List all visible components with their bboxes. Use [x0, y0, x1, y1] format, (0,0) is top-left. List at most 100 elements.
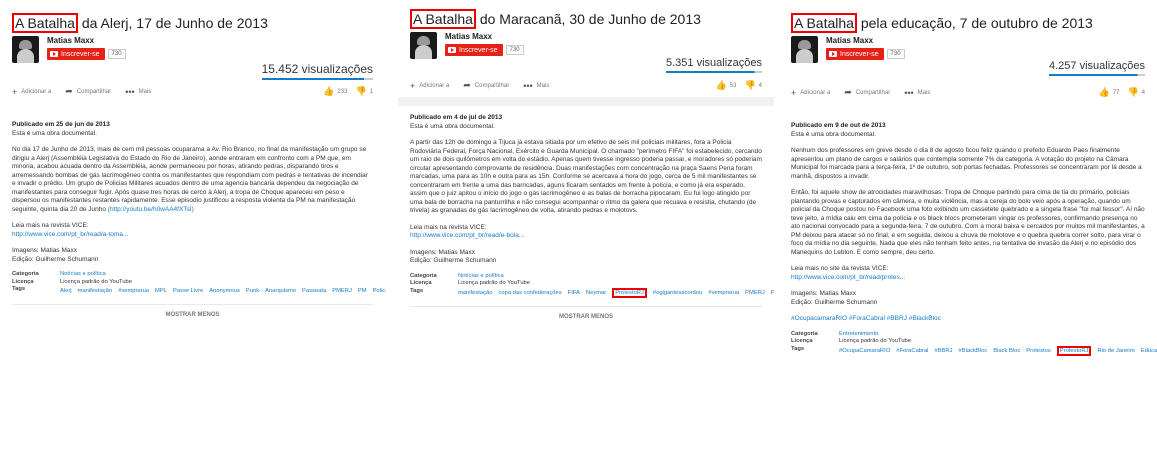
metadata-grid: Categoria Notícias e política Licença Licen…	[410, 272, 774, 298]
like-ratio-bar	[665, 71, 762, 73]
category-link[interactable]: Entretenimento	[839, 331, 1157, 339]
video-panel: A Batalha pela educação, 7 de outubro de…	[779, 0, 1157, 471]
add-to-button[interactable]: + Adicionar a	[410, 81, 449, 91]
subscribe-button[interactable]: Inscrever-se	[47, 48, 105, 60]
youtube-link[interactable]: (http://youtu.be/h0wAA4fXTsI)	[108, 206, 194, 213]
thumbs-down-icon[interactable]: 👎	[355, 86, 366, 97]
tag-link[interactable]: Punk	[246, 288, 259, 294]
tag-link[interactable]: PMERJ	[332, 288, 352, 294]
tag-link[interactable]: manifestação	[458, 290, 492, 296]
like-count: 233	[337, 88, 348, 95]
more-button[interactable]: ••• Mais	[125, 87, 151, 97]
add-to-button[interactable]: + Adicionar a	[12, 87, 51, 97]
tag-link[interactable]: #BBRJ	[934, 348, 952, 354]
video-panel: A Batalha do Maracanã, 30 de Junho de 20…	[398, 0, 774, 450]
channel-row: Matias Maxx Inscrever-se 730	[410, 32, 764, 59]
credit-line: Edição: Guilherme Schumann	[791, 298, 878, 306]
share-button[interactable]: ➦ Compartilhar	[65, 86, 111, 97]
tag-link[interactable]: Anarquismo	[265, 288, 296, 294]
highlighted-title-word: A Batalha	[12, 13, 78, 33]
tag-link[interactable]: PM	[358, 288, 367, 294]
share-button[interactable]: ➦ Compartilhar	[463, 80, 509, 91]
thumbs-down-icon[interactable]: 👎	[1127, 87, 1138, 98]
tag-link[interactable]: PMERJ	[745, 290, 765, 296]
subscribe-button[interactable]: Inscrever-se	[445, 44, 503, 56]
plus-icon: +	[12, 86, 18, 97]
more-icon: •••	[904, 87, 914, 98]
tag-link[interactable]: Rio de Janeiro	[1097, 348, 1134, 354]
credits: Imagens: Matias Maxx Edição: Guilherme Sc…	[12, 247, 373, 264]
highlighted-title-word: A Batalha	[410, 9, 476, 29]
read-more-block: Leia mais na revista VICE: http://www.vic…	[12, 222, 373, 239]
tag-link[interactable]: #ForaCabral	[896, 348, 928, 354]
video-title: A Batalha pela educação, 7 de outubro de…	[791, 13, 1147, 33]
tag-link[interactable]: Black Bloc	[993, 348, 1020, 354]
published-date: Publicado em 25 de jun de 2013	[12, 121, 110, 128]
vice-link[interactable]: http://www.vice.com/pt_br/read/protes...	[791, 274, 905, 281]
tag-link[interactable]: #ogigantesacordou	[653, 290, 702, 296]
subscribe-button[interactable]: Inscrever-se	[826, 48, 884, 60]
credits: Imagens: Matias Maxx Edição: Guilherme Sc…	[410, 249, 762, 266]
subscribe-row: Inscrever-se 730	[47, 48, 126, 60]
tag-link[interactable]: FIFA	[568, 290, 580, 296]
category-label: Categoria	[12, 271, 39, 277]
category-link[interactable]: Notícias e política	[458, 273, 774, 281]
tag-link[interactable]: copa das confederações	[498, 290, 561, 296]
channel-name[interactable]: Matias Maxx	[826, 36, 905, 46]
video-header: A Batalha do Maracanã, 30 de Junho de 20…	[398, 0, 774, 97]
tag-link[interactable]: Educação	[1141, 348, 1157, 354]
tag-link[interactable]: Passeata	[302, 288, 326, 294]
tag-link[interactable]: #OcupaCamaraRIO	[839, 348, 890, 354]
action-bar: + Adicionar a ➦ Compartilhar ••• Mais 👍 77 👎 4	[791, 87, 1145, 98]
more-button[interactable]: ••• Mais	[523, 81, 549, 91]
tags-label: Tags	[410, 287, 424, 294]
read-more-block: Leia mais no site da revista VICE: http:/…	[791, 265, 1145, 282]
category-link[interactable]: Notícias e política	[60, 271, 385, 279]
thumbs-down-icon[interactable]: 👎	[744, 80, 755, 91]
tag-link[interactable]: Neymar	[586, 290, 606, 296]
add-to-button[interactable]: + Adicionar a	[791, 88, 830, 98]
thumbs-up-icon[interactable]: 👍	[323, 86, 334, 97]
avatar[interactable]	[791, 36, 818, 63]
thumbs-up-icon[interactable]: 👍	[716, 80, 727, 91]
avatar[interactable]	[410, 32, 437, 59]
show-less-button[interactable]: MOSTRAR MENOS	[12, 304, 373, 320]
highlighted-tag[interactable]: ProtestoRJ	[1056, 345, 1092, 356]
paragraph-text: A partir das 12h de domingo a Tijuca já …	[410, 139, 762, 214]
video-header: A Batalha pela educação, 7 de outubro de…	[779, 0, 1157, 104]
avatar[interactable]	[12, 36, 39, 63]
hashtags[interactable]: #OcupacamaraRIO #ForaCabral #BBRJ #Black…	[791, 315, 1145, 324]
share-button[interactable]: ➦ Compartilhar	[844, 87, 890, 98]
paragraph-text: No dia 17 de Junho de 2013, mais de cem …	[12, 146, 368, 213]
show-less-button[interactable]: MOSTRAR MENOS	[410, 305, 762, 322]
like-ratio-bar	[261, 78, 373, 80]
channel-name[interactable]: Matias Maxx	[445, 32, 524, 42]
tag-link[interactable]: #vemprarua	[118, 288, 149, 294]
tag-link[interactable]: #vemprarua	[708, 290, 739, 296]
tag-link[interactable]: Policia Militar	[373, 288, 385, 294]
thumbs-up-icon[interactable]: 👍	[1099, 87, 1110, 98]
view-count: 4.257 visualizações	[1048, 60, 1145, 76]
vice-link[interactable]: http://www.vice.com/pt_br/read/e-bola...	[410, 232, 524, 239]
tag-link[interactable]: Passe Livre	[173, 288, 203, 294]
more-button[interactable]: ••• Mais	[904, 88, 930, 98]
highlighted-tag[interactable]: ProtestoRJ	[612, 287, 647, 298]
title-rest: pela educação, 7 de outubro de 2013	[856, 15, 1093, 31]
tag-link[interactable]: MPL	[155, 288, 167, 294]
channel-info: Matias Maxx Inscrever-se 730	[445, 32, 524, 59]
tag-link[interactable]: manifestação	[78, 288, 112, 294]
tag-link[interactable]: Anonymous	[209, 288, 240, 294]
license-value: Licença padrão do YouTube	[458, 280, 530, 286]
tag-link[interactable]: #BlackBloc	[959, 348, 988, 354]
channel-name[interactable]: Matias Maxx	[47, 36, 126, 46]
youtube-icon	[829, 51, 837, 57]
license-label: Licença	[791, 338, 813, 344]
category-label: Categoria	[410, 272, 437, 279]
read-more-label: Leia mais na revista VICE:	[12, 222, 89, 229]
credit-line: Edição: Guilherme Schumann	[410, 257, 497, 264]
vice-link[interactable]: http://www.vice.com/pt_br/read/a-toma...	[12, 231, 128, 238]
tag-link[interactable]: Protestos	[1026, 348, 1051, 354]
tag-link[interactable]: PM	[771, 290, 774, 296]
tag-link[interactable]: Alerj	[60, 288, 72, 294]
action-label: Compartilhar	[474, 82, 510, 89]
